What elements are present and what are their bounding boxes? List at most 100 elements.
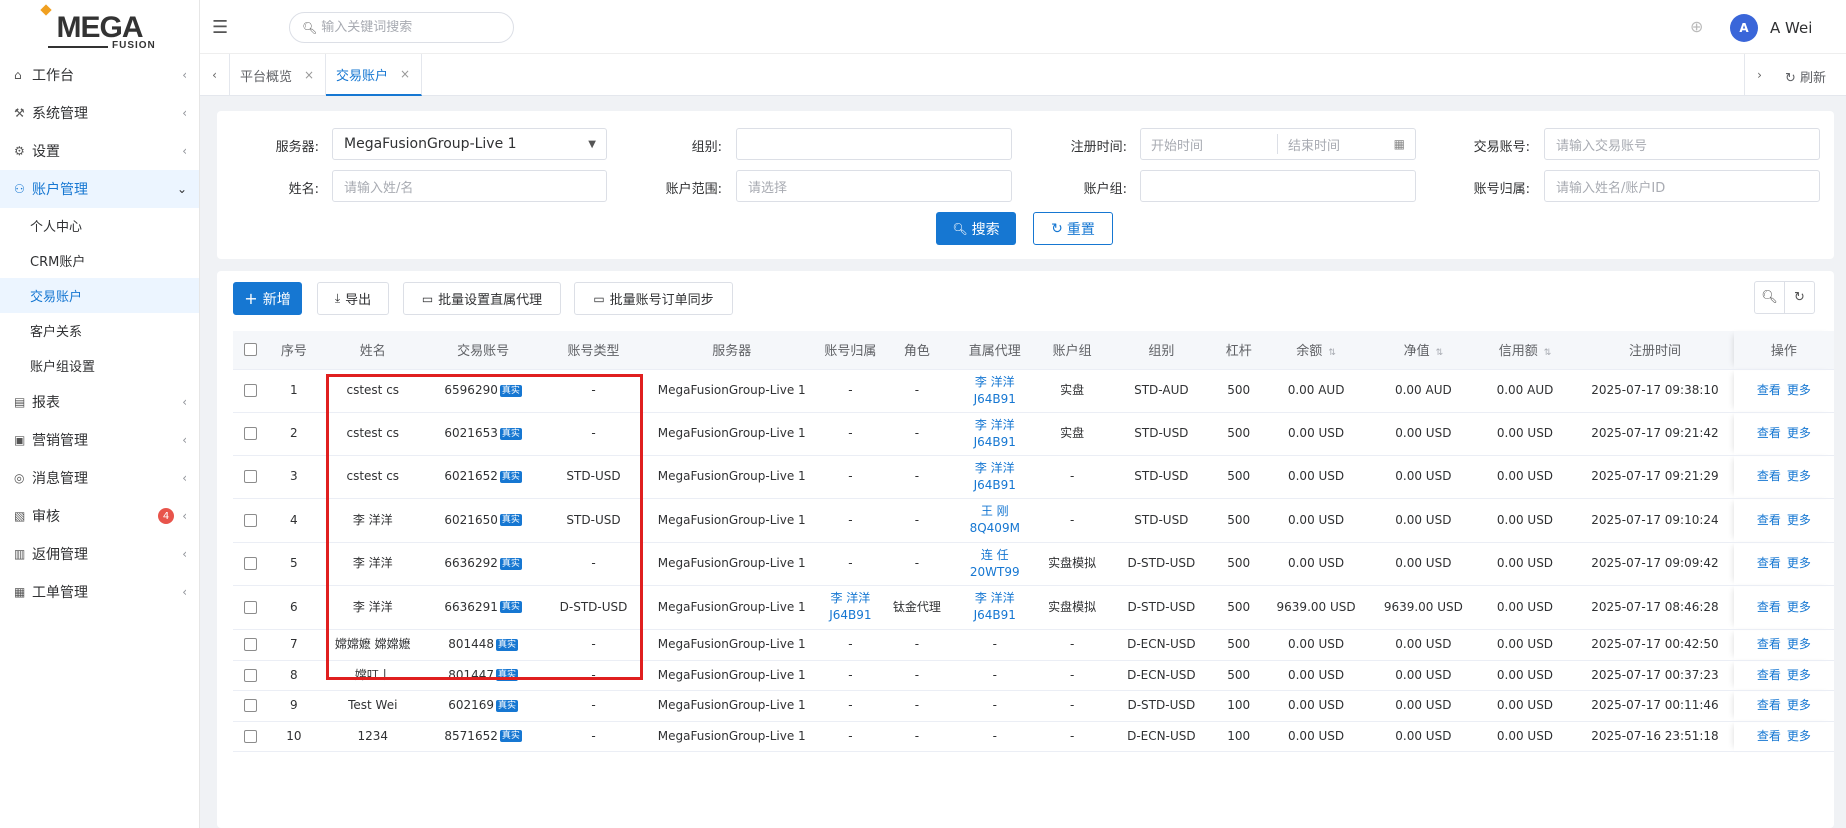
view-link[interactable]: 查看	[1757, 600, 1781, 614]
view-link[interactable]: 查看	[1757, 513, 1781, 527]
view-link[interactable]: 查看	[1757, 469, 1781, 483]
global-search-input[interactable]	[321, 20, 502, 35]
actions-cell: 查看 更多	[1733, 690, 1834, 722]
sidebar-item-audit[interactable]: ▧ 审核 4 ‹	[0, 497, 199, 535]
agent-cell[interactable]: 李 洋洋 J64B91	[949, 412, 1040, 456]
avatar[interactable]: A	[1730, 14, 1758, 42]
more-link[interactable]: 更多	[1787, 637, 1811, 651]
username[interactable]: A Wei	[1770, 19, 1812, 37]
balance-cell: 0.00 USD	[1259, 455, 1373, 499]
name-input[interactable]: 请输入姓/名	[332, 170, 607, 202]
server-select[interactable]: MegaFusionGroup-Live 1 ▼	[332, 128, 607, 160]
balance-cell: 9639.00 USD	[1259, 585, 1373, 630]
row-checkbox[interactable]	[244, 668, 258, 682]
more-link[interactable]: 更多	[1787, 668, 1811, 682]
row-checkbox[interactable]	[244, 384, 258, 397]
agent-cell[interactable]: 李 洋洋 J64B91	[949, 369, 1040, 413]
batch-sync-button[interactable]: ▭ 批量账号订单同步	[574, 282, 733, 315]
refresh-icon[interactable]: ↻	[1784, 281, 1815, 314]
menu-toggle-icon[interactable]: ☰	[212, 17, 228, 38]
row-checkbox[interactable]	[244, 427, 258, 440]
view-link[interactable]: 查看	[1757, 698, 1781, 712]
sidebar-subitem[interactable]: 客户关系	[0, 313, 199, 348]
reset-button[interactable]: ↻ 重置	[1033, 212, 1113, 245]
row-checkbox[interactable]	[244, 600, 258, 614]
sidebar-item-message[interactable]: ◎ 消息管理 ‹	[0, 459, 199, 497]
owner-input[interactable]: 请输入姓名/账户ID	[1544, 170, 1820, 202]
column-header[interactable]: 信用额 ⇅	[1473, 331, 1577, 370]
sidebar-item-home[interactable]: ⌂ 工作台 ‹	[0, 56, 199, 94]
view-link[interactable]: 查看	[1757, 729, 1781, 743]
search-icon[interactable]: 🔍︎	[1754, 281, 1785, 314]
view-link[interactable]: 查看	[1757, 637, 1781, 651]
more-link[interactable]: 更多	[1787, 556, 1811, 570]
column-header: 直属代理	[949, 331, 1040, 370]
tab-platform-overview[interactable]: 平台概览 ×	[230, 54, 326, 96]
column-header[interactable]: 余额 ⇅	[1259, 331, 1373, 370]
row-checkbox[interactable]	[244, 557, 258, 570]
ticket-icon: ▦	[14, 585, 26, 599]
view-link[interactable]: 查看	[1757, 383, 1781, 397]
sort-icon[interactable]: ⇅	[1436, 348, 1444, 358]
agent-cell[interactable]: 李 洋洋 J64B91	[949, 455, 1040, 499]
language-icon[interactable]: ⊕	[1690, 17, 1703, 36]
view-link[interactable]: 查看	[1757, 668, 1781, 682]
agent-cell[interactable]: 王 刚 8Q409M	[949, 498, 1040, 543]
column-header[interactable]: 净值 ⇅	[1372, 331, 1474, 370]
owner-cell[interactable]: 李 洋洋 J64B91	[816, 585, 884, 630]
sidebar-item-gear[interactable]: ⚙ 设置 ‹	[0, 132, 199, 170]
row-checkbox[interactable]	[244, 699, 258, 712]
range-select[interactable]: 请选择	[736, 170, 1012, 202]
add-button[interactable]: + 新增	[233, 282, 302, 315]
refresh-button[interactable]: ↻ 刷新	[1785, 67, 1826, 86]
search-button[interactable]: 🔍︎ 搜索	[936, 212, 1016, 245]
more-link[interactable]: 更多	[1787, 426, 1811, 440]
name-cell: 李 洋洋	[319, 542, 426, 586]
view-link[interactable]: 查看	[1757, 426, 1781, 440]
sidebar-item-user[interactable]: ⚇ 账户管理 ⌄	[0, 170, 199, 208]
sidebar-item-chart[interactable]: ▤ 报表 ‹	[0, 383, 199, 421]
more-link[interactable]: 更多	[1787, 698, 1811, 712]
sidebar-subitem[interactable]: CRM账户	[0, 243, 199, 278]
sort-icon[interactable]: ⇅	[1544, 348, 1552, 358]
select-all-checkbox[interactable]	[244, 343, 258, 357]
group-input[interactable]	[736, 128, 1012, 160]
account-input[interactable]: 请输入交易账号	[1544, 128, 1820, 160]
view-link[interactable]: 查看	[1757, 556, 1781, 570]
sidebar-item-ticket[interactable]: ▦ 工单管理 ‹	[0, 573, 199, 611]
more-link[interactable]: 更多	[1787, 383, 1811, 397]
sidebar-item-label: 审核	[32, 509, 60, 525]
export-button[interactable]: ⤓ 导出	[317, 282, 389, 315]
row-checkbox[interactable]	[244, 638, 258, 651]
sidebar-subitem[interactable]: 账户组设置	[0, 348, 199, 383]
sidebar-item-gift[interactable]: ▣ 营销管理 ‹	[0, 421, 199, 459]
tabs-next-icon[interactable]: ›	[1744, 54, 1774, 96]
row-checkbox[interactable]	[244, 470, 258, 483]
more-link[interactable]: 更多	[1787, 513, 1811, 527]
sidebar-item-rebate[interactable]: ▥ 返佣管理 ‹	[0, 535, 199, 573]
sort-icon[interactable]: ⇅	[1328, 348, 1336, 358]
sidebar-subitem[interactable]: 个人中心	[0, 208, 199, 243]
close-icon[interactable]: ×	[304, 68, 314, 82]
sidebar-subitem[interactable]: 交易账户	[0, 278, 199, 313]
close-icon[interactable]: ×	[400, 67, 410, 81]
sidebar-item-wrench[interactable]: ⚒ 系统管理 ‹	[0, 94, 199, 132]
owner-label: 账号归属:	[1473, 182, 1530, 197]
batch-set-agent-button[interactable]: ▭ 批量设置直属代理	[403, 282, 561, 315]
row-checkbox[interactable]	[244, 513, 258, 527]
tab-trading-account[interactable]: 交易账户 ×	[326, 54, 422, 96]
global-search[interactable]: 🔍︎	[289, 12, 514, 43]
agent-cell[interactable]: 李 洋洋 J64B91	[949, 585, 1040, 630]
equity-cell: 0.00 USD	[1372, 412, 1474, 456]
account-cell: 6636292 真实	[425, 542, 541, 586]
agent-cell[interactable]: 连 任 20WT99	[949, 542, 1040, 586]
actions-cell: 查看 更多	[1733, 542, 1834, 586]
acct-group-select[interactable]	[1140, 170, 1416, 202]
row-checkbox[interactable]	[244, 729, 258, 743]
reg-time-range[interactable]: 开始时间 结束时间 ▦	[1140, 128, 1416, 160]
more-link[interactable]: 更多	[1787, 469, 1811, 483]
start-time-input[interactable]: 开始时间	[1141, 135, 1277, 154]
tabs-prev-icon[interactable]: ‹	[200, 54, 230, 96]
more-link[interactable]: 更多	[1787, 729, 1811, 743]
more-link[interactable]: 更多	[1787, 600, 1811, 614]
